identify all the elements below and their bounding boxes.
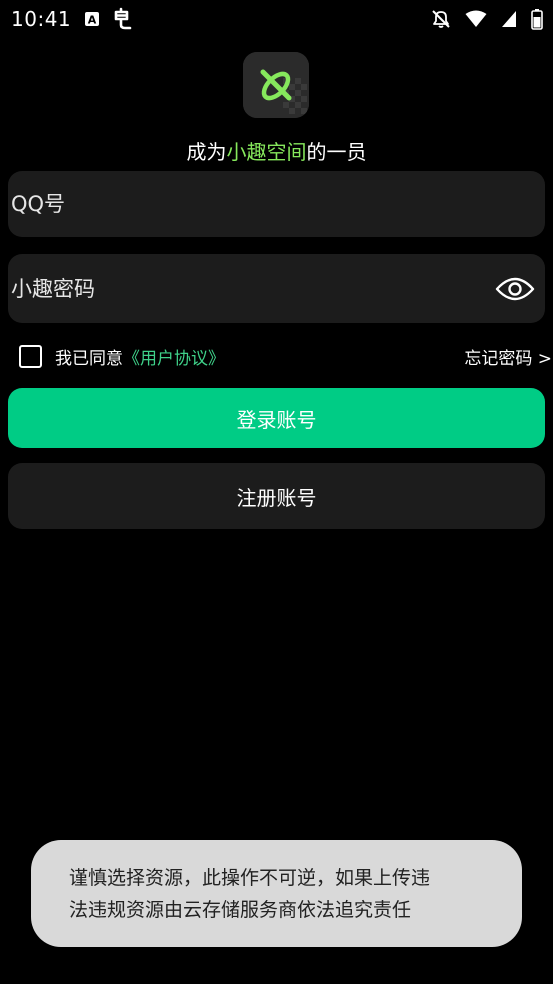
user-agreement-link[interactable]: 《用户协议》 — [123, 344, 225, 369]
battery-icon — [531, 8, 543, 30]
agreement-checkbox[interactable] — [19, 344, 42, 368]
password-input[interactable] — [8, 254, 478, 323]
toast-line-2: 法违规资源由云存储服务商依法追究责任 — [69, 899, 412, 921]
status-right-icons — [431, 8, 543, 30]
wifi-icon — [465, 10, 487, 28]
toast-message: 谨慎选择资源，此操作不可逆，如果上传违 法违规资源由云存储服务商依法追究责任 — [31, 840, 522, 947]
eye-icon[interactable] — [495, 274, 535, 304]
app-notification-icon — [110, 7, 134, 31]
login-button[interactable]: 登录账号 — [8, 388, 545, 448]
app-logo — [243, 52, 309, 118]
tagline-app-name: 小趣空间 — [226, 140, 307, 164]
mute-icon — [431, 9, 451, 29]
status-time: 10:41 — [11, 7, 72, 31]
password-field-container — [8, 254, 545, 323]
qq-field-container — [8, 171, 545, 237]
xiaoqu-logo-icon — [243, 52, 309, 118]
register-button[interactable]: 注册账号 — [8, 463, 545, 529]
agreement-row: 我已同意 《用户协议》 — [19, 341, 225, 371]
tagline-suffix: 的一员 — [306, 140, 367, 164]
qq-input[interactable] — [8, 171, 478, 237]
tagline: 成为小趣空间的一员 — [0, 136, 553, 165]
agreement-label: 我已同意 — [55, 348, 123, 369]
signal-icon — [501, 10, 517, 28]
forgot-password-link[interactable]: 忘记密码 > — [464, 344, 552, 369]
status-left-icons: A — [84, 7, 134, 31]
font-notification-icon: A — [84, 11, 100, 27]
status-bar: 10:41 A — [0, 0, 553, 37]
svg-text:A: A — [88, 14, 97, 27]
tagline-prefix: 成为 — [186, 140, 227, 164]
toast-line-1: 谨慎选择资源，此操作不可逆，如果上传违 — [69, 867, 431, 889]
